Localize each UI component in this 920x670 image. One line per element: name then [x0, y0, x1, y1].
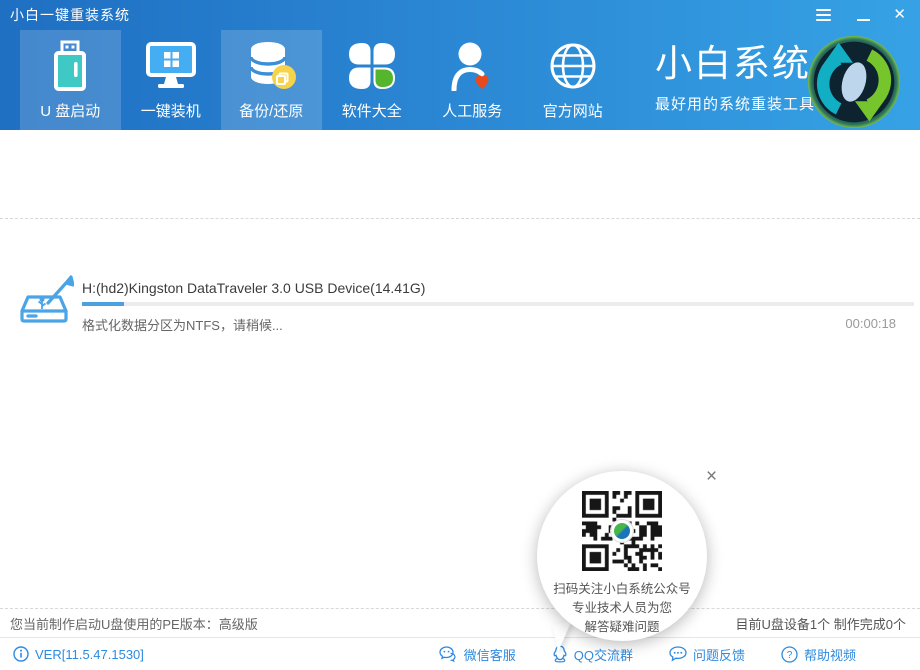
- tab-label: 备份/还原: [239, 100, 303, 121]
- footer-link-label: 问题反馈: [693, 645, 745, 664]
- window-controls: ✕: [812, 0, 920, 30]
- version-label: VER[11.5.47.1530]: [0, 646, 144, 662]
- feedback-bubble-icon: [669, 646, 687, 662]
- nav-tabs: U 盘启动 一键装机: [20, 30, 623, 130]
- brand: 小白系统 最好用的系统重装工具: [655, 44, 815, 114]
- disk-write-icon: [18, 273, 74, 336]
- elapsed-timer: 00:00:18: [845, 316, 896, 331]
- globe-icon: [548, 37, 598, 95]
- usb-device-status: 目前U盘设备1个 制作完成0个: [736, 614, 906, 633]
- qr-popup: 扫码关注小白系统公众号 专业技术人员为您 解答疑难问题: [537, 471, 707, 641]
- device-title: H:(hd2)Kingston DataTraveler 3.0 USB Dev…: [82, 280, 425, 296]
- tab-one-key-install[interactable]: 一键装机: [121, 30, 222, 130]
- usb-drive-icon: [48, 37, 92, 95]
- tab-label: 官方网站: [543, 100, 603, 121]
- qr-code: [582, 491, 662, 571]
- clover-icon: [347, 37, 397, 95]
- popup-close-icon[interactable]: ×: [706, 466, 717, 488]
- popup-line-3: 解答疑难问题: [537, 618, 707, 637]
- tab-label: 软件大全: [342, 100, 402, 121]
- brand-subtitle: 最好用的系统重装工具: [655, 93, 815, 114]
- tab-support[interactable]: 人工服务: [422, 30, 523, 130]
- help-icon: ?: [781, 646, 798, 663]
- footer-link-label: QQ交流群: [574, 645, 633, 664]
- tab-website[interactable]: 官方网站: [523, 30, 624, 130]
- menu-icon[interactable]: [812, 5, 835, 25]
- qr-center-logo-icon: [611, 520, 633, 542]
- popup-line-1: 扫码关注小白系统公众号: [537, 580, 707, 599]
- tab-label: 一键装机: [141, 100, 201, 121]
- usb-progress-section: H:(hd2)Kingston DataTraveler 3.0 USB Dev…: [0, 130, 920, 219]
- tab-label: 人工服务: [442, 100, 502, 121]
- footer-links: 微信客服 QQ交流群 问题反馈: [439, 645, 920, 664]
- titlebar: 小白一键重装系统 ✕: [0, 0, 920, 30]
- popup-line-2: 专业技术人员为您: [537, 599, 707, 618]
- window-title: 小白一键重装系统: [0, 5, 130, 25]
- database-icon: [245, 37, 297, 95]
- wechat-icon: [439, 646, 458, 663]
- status-bar: 您当前制作启动U盘使用的PE版本：高级版 目前U盘设备1个 制作完成0个: [0, 608, 920, 637]
- tab-backup-restore[interactable]: 备份/还原: [221, 30, 322, 130]
- svg-text:?: ?: [787, 650, 793, 661]
- progress-bar: [82, 302, 914, 306]
- minimize-button[interactable]: [857, 7, 871, 23]
- progress-bar-fill: [82, 302, 124, 306]
- app-window: 小白一键重装系统 ✕ U 盘启动: [0, 0, 920, 670]
- footer: VER[11.5.47.1530] 微信客服: [0, 637, 920, 670]
- progress-status: 格式化数据分区为NTFS，请稍候...: [82, 315, 283, 334]
- tab-usb-boot[interactable]: U 盘启动: [20, 30, 121, 130]
- header: 小白一键重装系统 ✕ U 盘启动: [0, 0, 920, 130]
- person-heart-icon: [448, 37, 496, 95]
- brand-logo-icon: [806, 34, 902, 130]
- help-video-link[interactable]: ? 帮助视频: [781, 645, 856, 664]
- tab-software[interactable]: 软件大全: [322, 30, 423, 130]
- footer-link-label: 微信客服: [464, 645, 516, 664]
- wechat-support-link[interactable]: 微信客服: [439, 645, 516, 664]
- brand-title: 小白系统: [655, 44, 815, 84]
- close-button[interactable]: ✕: [893, 7, 906, 23]
- info-icon: [13, 646, 29, 662]
- feedback-link[interactable]: 问题反馈: [669, 645, 745, 664]
- footer-link-label: 帮助视频: [804, 645, 856, 664]
- monitor-icon: [145, 37, 197, 95]
- tab-label: U 盘启动: [40, 100, 100, 121]
- pe-version-status: 您当前制作启动U盘使用的PE版本：高级版: [10, 614, 258, 633]
